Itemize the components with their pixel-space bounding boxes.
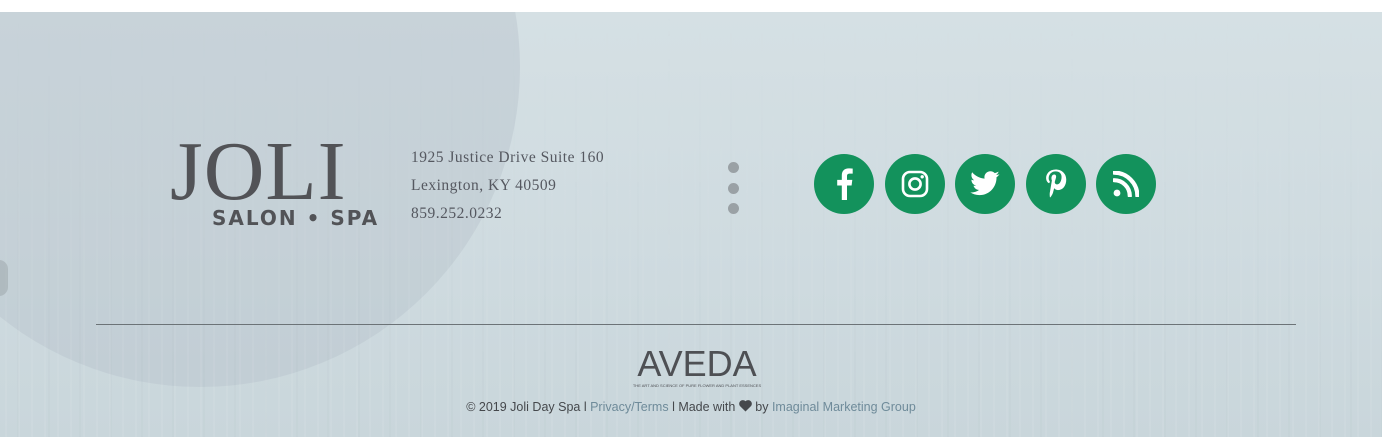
dot <box>728 182 739 194</box>
phone-number[interactable]: 859.252.0232 <box>411 202 604 230</box>
aveda-tagline: THE ART AND SCIENCE OF PURE FLOWER AND P… <box>632 383 762 388</box>
instagram-link[interactable] <box>884 154 945 214</box>
pinterest-icon <box>1045 169 1066 198</box>
vertical-dots-divider <box>728 162 740 224</box>
facebook-link[interactable] <box>814 154 874 214</box>
logo-wordmark: JOLI <box>170 125 347 218</box>
twitter-link[interactable] <box>955 154 1015 214</box>
heart-icon <box>738 400 752 412</box>
rss-icon <box>1113 171 1139 197</box>
twitter-icon <box>970 171 1000 196</box>
copyright-text: © 2019 Joli Day Spa l <box>466 400 587 414</box>
dot <box>728 203 739 214</box>
social-links <box>814 154 1167 214</box>
contact-address: 1925 Justice Drive Suite 160 Lexington, … <box>411 146 604 230</box>
logo-subtitle: SALON • SPA <box>212 206 380 230</box>
pinterest-link[interactable] <box>1025 154 1086 214</box>
aveda-wordmark: AVEDA <box>637 343 757 384</box>
copyright-line: © 2019 Joli Day Spa l Privacy/Terms l Ma… <box>0 400 1382 414</box>
address-line-2: Lexington, KY 40509 <box>411 177 557 194</box>
rss-link[interactable] <box>1096 154 1156 214</box>
agency-link[interactable]: Imaginal Marketing Group <box>772 400 916 414</box>
made-with-text: l Made with <box>672 400 736 414</box>
privacy-terms-link[interactable]: Privacy/Terms <box>590 400 668 414</box>
by-text: by <box>755 400 769 414</box>
facebook-icon <box>837 168 853 200</box>
instagram-icon <box>901 170 928 198</box>
address-line-1: 1925 Justice Drive Suite 160 <box>411 149 605 166</box>
aveda-logo[interactable]: AVEDA THE ART AND SCIENCE OF PURE FLOWER… <box>622 343 772 389</box>
site-footer: JOLI SALON • SPA 1925 Justice Drive Suit… <box>0 12 1382 437</box>
footer-divider <box>96 324 1296 325</box>
background-blob <box>0 260 8 296</box>
joli-logo[interactable]: JOLI SALON • SPA <box>170 130 385 240</box>
dot <box>728 162 739 173</box>
